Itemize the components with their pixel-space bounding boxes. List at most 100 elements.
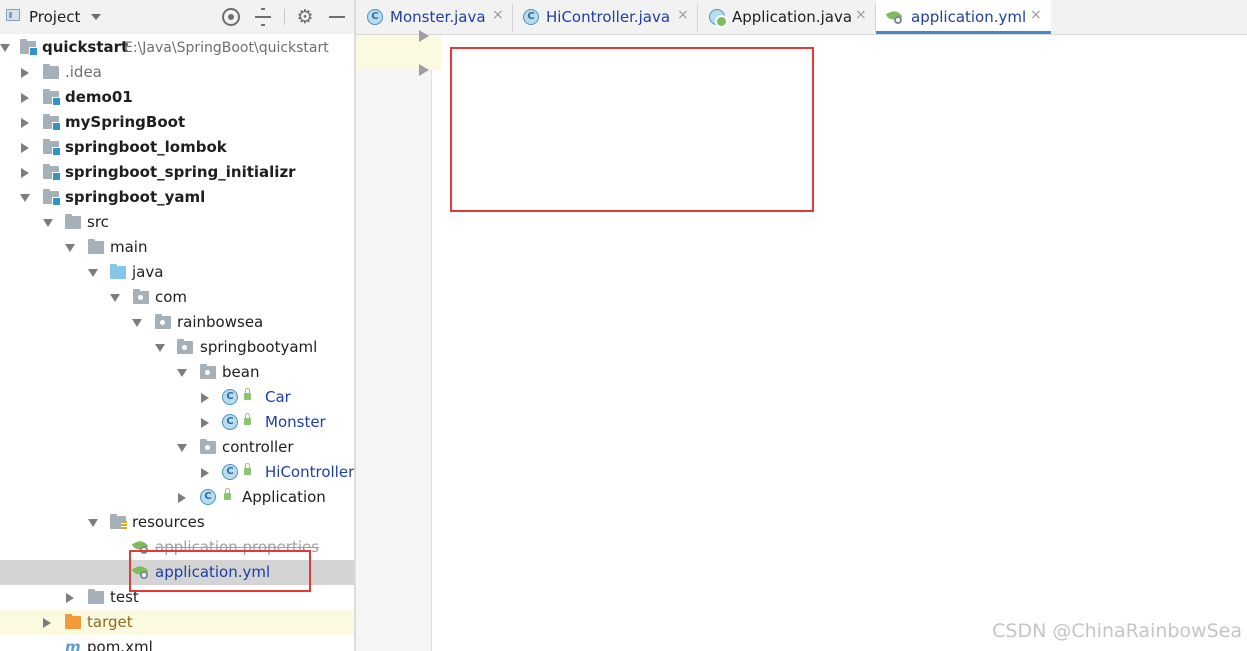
chevron-right-icon[interactable] bbox=[201, 468, 209, 478]
tree-item-controller[interactable]: controller bbox=[0, 435, 354, 460]
collapse-all-icon[interactable] bbox=[253, 6, 275, 28]
tree-item-label: Monster bbox=[265, 413, 326, 431]
spring-boot-class-icon bbox=[709, 9, 728, 28]
tree-item-springboot-lombok[interactable]: springboot_lombok bbox=[0, 135, 354, 160]
chevron-down-icon[interactable] bbox=[110, 294, 120, 302]
tree-item-label: springboot_spring_initializr bbox=[65, 163, 296, 181]
tab-label: HiController.java bbox=[546, 8, 671, 26]
tab-application-java[interactable]: Application.java × bbox=[698, 0, 875, 34]
tree-item-application[interactable]: C Application bbox=[0, 485, 354, 510]
module-folder-icon bbox=[20, 39, 38, 56]
package-icon bbox=[133, 289, 149, 304]
tree-item-springboot-spring-initializr[interactable]: springboot_spring_initializr bbox=[0, 160, 354, 185]
project-panel: Project ⚙ quickstart E:\Java\SpringBoot\… bbox=[0, 0, 354, 651]
chevron-down-icon[interactable] bbox=[65, 244, 75, 252]
fold-marker-icon[interactable] bbox=[419, 64, 429, 76]
tree-item-label: controller bbox=[222, 438, 294, 456]
excluded-folder-icon bbox=[65, 614, 81, 629]
tree-item-quickstart[interactable]: quickstart E:\Java\SpringBoot\quickstart bbox=[0, 35, 354, 60]
module-folder-icon bbox=[43, 189, 61, 206]
chevron-right-icon[interactable] bbox=[201, 418, 209, 428]
close-icon[interactable]: × bbox=[1030, 7, 1042, 23]
chevron-down-icon[interactable] bbox=[20, 194, 30, 202]
editor-gutter bbox=[356, 35, 432, 651]
tree-item-bean[interactable]: bean bbox=[0, 360, 354, 385]
tree-item-myspringboot[interactable]: mySpringBoot bbox=[0, 110, 354, 135]
tab-hicontroller-java[interactable]: C HiController.java × bbox=[513, 0, 697, 34]
tab-label: Monster.java bbox=[390, 8, 486, 26]
chevron-down-icon[interactable] bbox=[0, 44, 10, 52]
chevron-right-icon[interactable] bbox=[21, 143, 29, 153]
lock-icon bbox=[244, 413, 251, 425]
gear-icon[interactable]: ⚙ bbox=[294, 6, 316, 28]
lock-icon bbox=[224, 488, 231, 500]
project-panel-header: Project ⚙ bbox=[0, 0, 354, 34]
chevron-down-icon[interactable] bbox=[88, 519, 98, 527]
tree-item-label: Car bbox=[265, 388, 291, 406]
tree-item-hicontroller[interactable]: C HiController bbox=[0, 460, 354, 485]
package-icon bbox=[177, 339, 193, 354]
chevron-right-icon[interactable] bbox=[21, 118, 29, 128]
chevron-right-icon[interactable] bbox=[178, 493, 186, 503]
module-folder-icon bbox=[43, 164, 61, 181]
chevron-down-icon[interactable] bbox=[177, 444, 187, 452]
tree-item-label: bean bbox=[222, 363, 260, 381]
tree-item-rainbowsea[interactable]: rainbowsea bbox=[0, 310, 354, 335]
chevron-down-icon[interactable] bbox=[177, 369, 187, 377]
chevron-down-icon[interactable] bbox=[155, 344, 165, 352]
class-icon: C bbox=[222, 464, 238, 480]
watermark: CSDN @ChinaRainbowSea bbox=[992, 620, 1242, 642]
tree-item-label: springboot_yaml bbox=[65, 188, 206, 206]
tree-item-pom-xml[interactable]: m pom.xml bbox=[0, 635, 354, 651]
highlight-box bbox=[450, 47, 814, 212]
tree-item-idea[interactable]: .idea bbox=[0, 60, 354, 85]
tree-item-car[interactable]: C Car bbox=[0, 385, 354, 410]
close-icon[interactable]: × bbox=[855, 7, 867, 23]
chevron-right-icon[interactable] bbox=[66, 593, 74, 603]
project-path: E:\Java\SpringBoot\quickstart bbox=[124, 40, 329, 56]
chevron-down-icon[interactable] bbox=[132, 319, 142, 327]
chevron-right-icon[interactable] bbox=[201, 393, 209, 403]
package-icon bbox=[200, 439, 216, 454]
tree-item-resources[interactable]: resources bbox=[0, 510, 354, 535]
minimize-icon[interactable] bbox=[326, 6, 348, 28]
lock-icon bbox=[244, 463, 251, 475]
highlight-box bbox=[129, 550, 311, 592]
locate-file-icon[interactable] bbox=[220, 6, 242, 28]
close-icon[interactable]: × bbox=[677, 7, 689, 23]
module-folder-icon bbox=[43, 89, 61, 106]
tree-item-main[interactable]: main bbox=[0, 235, 354, 260]
chevron-right-icon[interactable] bbox=[21, 168, 29, 178]
tree-item-label: mySpringBoot bbox=[65, 113, 186, 131]
source-folder-icon bbox=[110, 264, 126, 279]
tree-item-springbootyaml[interactable]: springbootyaml bbox=[0, 335, 354, 360]
close-icon[interactable]: × bbox=[492, 7, 504, 23]
chevron-right-icon[interactable] bbox=[21, 68, 29, 78]
chevron-down-icon[interactable] bbox=[88, 269, 98, 277]
tree-item-label: java bbox=[132, 263, 164, 281]
tree-item-target[interactable]: target bbox=[0, 610, 354, 635]
tree-item-label: springbootyaml bbox=[200, 338, 318, 356]
maven-icon: m bbox=[65, 638, 81, 651]
tree-item-springboot-yaml[interactable]: springboot_yaml bbox=[0, 185, 354, 210]
header-divider bbox=[284, 9, 285, 25]
chevron-down-icon[interactable] bbox=[43, 219, 53, 227]
tree-item-java[interactable]: java bbox=[0, 260, 354, 285]
tree-item-com[interactable]: com bbox=[0, 285, 354, 310]
tree-item-monster[interactable]: C Monster bbox=[0, 410, 354, 435]
chevron-right-icon[interactable] bbox=[21, 93, 29, 103]
tab-label: Application.java bbox=[732, 8, 853, 26]
fold-marker-icon[interactable] bbox=[419, 30, 429, 42]
project-view-title[interactable]: Project bbox=[29, 8, 80, 26]
tree-item-label: src bbox=[87, 213, 109, 231]
tree-item-label: com bbox=[155, 288, 188, 306]
chevron-right-icon[interactable] bbox=[43, 618, 51, 628]
tab-application-yml[interactable]: application.yml × bbox=[876, 0, 1051, 34]
project-view-icon bbox=[6, 9, 20, 21]
tree-item-demo01[interactable]: demo01 bbox=[0, 85, 354, 110]
chevron-down-icon[interactable] bbox=[91, 14, 101, 20]
tab-monster-java[interactable]: C Monster.java × bbox=[356, 0, 512, 34]
module-folder-icon bbox=[43, 139, 61, 156]
lock-icon bbox=[244, 388, 251, 400]
tree-item-src[interactable]: src bbox=[0, 210, 354, 235]
